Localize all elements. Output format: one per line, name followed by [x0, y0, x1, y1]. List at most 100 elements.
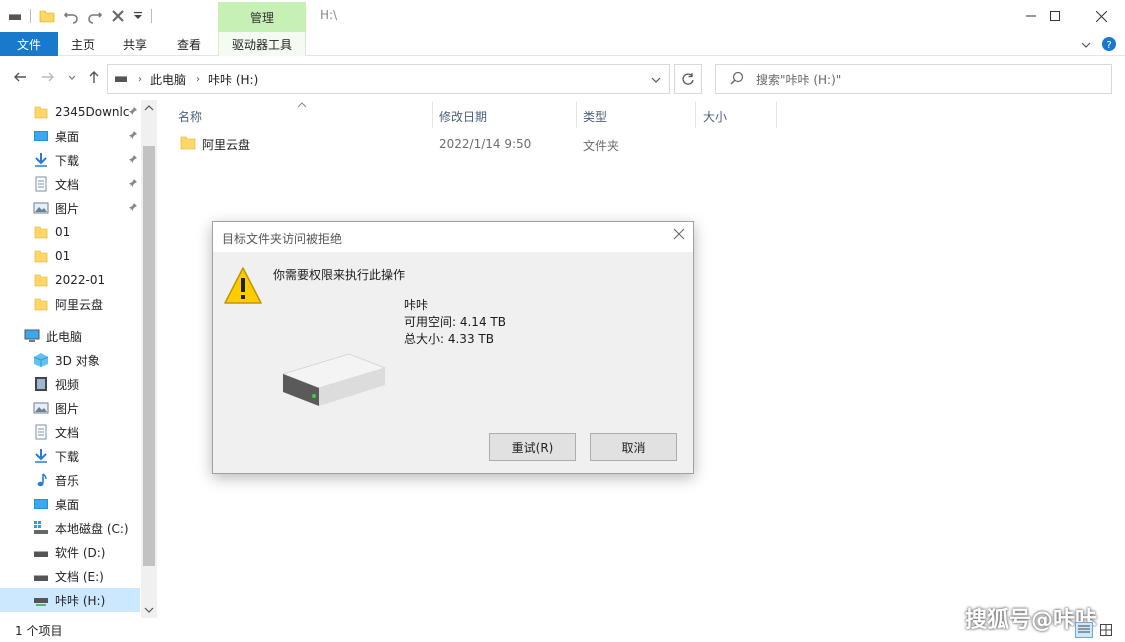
retry-button[interactable]: 重试(R) — [489, 433, 576, 461]
maximize-button[interactable] — [1032, 0, 1078, 32]
sidebar-item-label: 2345Downlc — [55, 105, 130, 119]
scroll-up-icon[interactable] — [144, 102, 154, 116]
sidebar-item[interactable]: 文档 — [0, 172, 140, 196]
sidebar-item-label: 音乐 — [55, 473, 80, 488]
sidebar-item[interactable]: 阿里云盘 — [0, 292, 140, 316]
up-button[interactable] — [86, 69, 102, 88]
recent-locations-icon[interactable] — [67, 72, 77, 86]
sidebar-item[interactable]: 下载 — [0, 148, 140, 172]
sidebar-item-label: 2022-01 — [55, 273, 106, 287]
drive-name: 咔咔 — [404, 298, 429, 312]
sidebar-item[interactable]: 3D 对象 — [0, 348, 140, 372]
tab-home[interactable]: 主页 — [62, 32, 104, 56]
folder-icon — [33, 272, 49, 288]
column-divider[interactable] — [776, 102, 777, 128]
sidebar-item[interactable]: 桌面 — [0, 124, 140, 148]
sidebar-item[interactable]: 软件 (D:) — [0, 540, 140, 564]
access-denied-dialog: 目标文件夹访问被拒绝 你需要权限来执行此操作 咔咔 可用空间: 4.14 TB … — [212, 221, 694, 474]
sidebar-item[interactable]: 文档 — [0, 420, 140, 444]
large-icons-view-icon[interactable] — [1097, 622, 1115, 638]
file-row[interactable]: 阿里云盘 — [175, 133, 595, 155]
column-header-type[interactable]: 类型 — [583, 104, 607, 128]
details-view-icon[interactable] — [1075, 622, 1093, 638]
address-dropdown-icon[interactable] — [651, 74, 661, 88]
sidebar-item[interactable]: 01 — [0, 244, 140, 268]
column-divider[interactable] — [695, 102, 696, 128]
breadcrumb-this-pc[interactable]: 此电脑 — [150, 71, 186, 88]
sidebar-item-label: 01 — [55, 249, 71, 263]
customize-toolbar-icon[interactable] — [133, 11, 143, 21]
cancel-button[interactable]: 取消 — [590, 433, 677, 461]
sidebar-item[interactable]: 2345Downlc — [0, 100, 140, 124]
search-placeholder: 搜索"咔咔 (H:)" — [756, 72, 842, 87]
drive-info: 咔咔 可用空间: 4.14 TB 总大小: 4.33 TB — [404, 297, 506, 348]
column-divider[interactable] — [432, 102, 433, 128]
file-name[interactable]: 阿里云盘 — [202, 136, 250, 153]
scroll-down-icon[interactable] — [144, 604, 154, 618]
forward-button[interactable] — [40, 69, 56, 88]
title-bar: 管理 H:\ — [0, 0, 1125, 32]
help-icon[interactable]: ? — [1101, 36, 1117, 55]
column-header-modified[interactable]: 修改日期 — [439, 104, 487, 128]
free-space: 可用空间: 4.14 TB — [404, 315, 506, 329]
sidebar-item[interactable]: 图片 — [0, 196, 140, 220]
column-header-name[interactable]: 名称 — [178, 104, 202, 128]
sidebar-item[interactable]: 下载 — [0, 444, 140, 468]
pin-icon — [128, 106, 138, 119]
3d-objects-icon — [33, 352, 49, 368]
status-item-count: 1 个项目 — [15, 624, 63, 638]
sidebar-item[interactable]: 视频 — [0, 372, 140, 396]
back-button[interactable] — [12, 69, 28, 88]
sidebar-item-label: 桌面 — [55, 129, 80, 144]
window-title: H:\ — [320, 8, 338, 22]
tab-drive-tools[interactable]: 驱动器工具 — [218, 32, 306, 56]
sidebar-item[interactable]: 本地磁盘 (C:) — [0, 516, 140, 540]
refresh-button[interactable] — [674, 64, 702, 94]
download-icon — [33, 448, 49, 464]
drive-icon — [33, 568, 49, 584]
network-drive-icon — [33, 592, 49, 608]
sidebar-item[interactable]: 音乐 — [0, 468, 140, 492]
warning-icon — [223, 266, 263, 309]
navigation-pane: 2345Downlc 桌面 下载 文档 图片 01 01 2022-01 阿里云盘 此电脑 3D 对… — [0, 100, 157, 618]
search-input[interactable]: 搜索"咔咔 (H:)" — [715, 64, 1112, 94]
total-size: 总大小: 4.33 TB — [404, 332, 494, 346]
redo-icon[interactable] — [87, 8, 103, 24]
dialog-title: 目标文件夹访问被拒绝 — [222, 232, 343, 246]
pin-icon — [128, 154, 138, 167]
sidebar-item[interactable]: 桌面 — [0, 492, 140, 516]
column-divider[interactable] — [576, 102, 577, 128]
sidebar-item[interactable]: 图片 — [0, 396, 140, 420]
close-button[interactable] — [1078, 0, 1124, 32]
undo-icon[interactable] — [63, 8, 79, 24]
dialog-close-button[interactable] — [673, 228, 685, 243]
sidebar-item-label: 文档 (E:) — [55, 569, 104, 584]
breadcrumb-current-drive[interactable]: 咔咔 (H:) — [208, 71, 258, 88]
drive-icon — [114, 71, 128, 88]
sidebar-item[interactable]: 2022-01 — [0, 268, 140, 292]
folder-icon — [33, 296, 49, 312]
sidebar-scroll-thumb[interactable] — [143, 146, 155, 566]
delete-icon[interactable] — [111, 9, 125, 23]
folder-properties-icon[interactable] — [39, 8, 55, 24]
music-icon — [33, 472, 49, 488]
sidebar-item[interactable]: 此电脑 — [0, 324, 140, 348]
file-type: 文件夹 — [583, 139, 620, 153]
toolbar-divider — [151, 9, 152, 23]
manage-tab[interactable]: 管理 — [218, 2, 306, 32]
sidebar-item[interactable]: 咔咔 (H:) — [0, 588, 140, 612]
document-icon — [33, 424, 49, 440]
sidebar-item-label: 咔咔 (H:) — [55, 593, 106, 608]
column-header-size[interactable]: 大小 — [703, 104, 727, 128]
tab-share[interactable]: 共享 — [114, 32, 156, 56]
sidebar-item[interactable]: 文档 (E:) — [0, 564, 140, 588]
expand-ribbon-icon[interactable] — [1081, 39, 1091, 53]
sidebar-item[interactable]: 01 — [0, 220, 140, 244]
breadcrumb-separator-icon[interactable]: › — [196, 74, 200, 85]
tab-view[interactable]: 查看 — [168, 32, 210, 56]
breadcrumb-separator-icon[interactable]: › — [138, 74, 142, 85]
address-bar[interactable]: › 此电脑 › 咔咔 (H:) — [107, 64, 670, 94]
quick-access-toolbar — [8, 6, 152, 26]
picture-icon — [33, 400, 49, 416]
tab-file[interactable]: 文件 — [0, 32, 58, 56]
